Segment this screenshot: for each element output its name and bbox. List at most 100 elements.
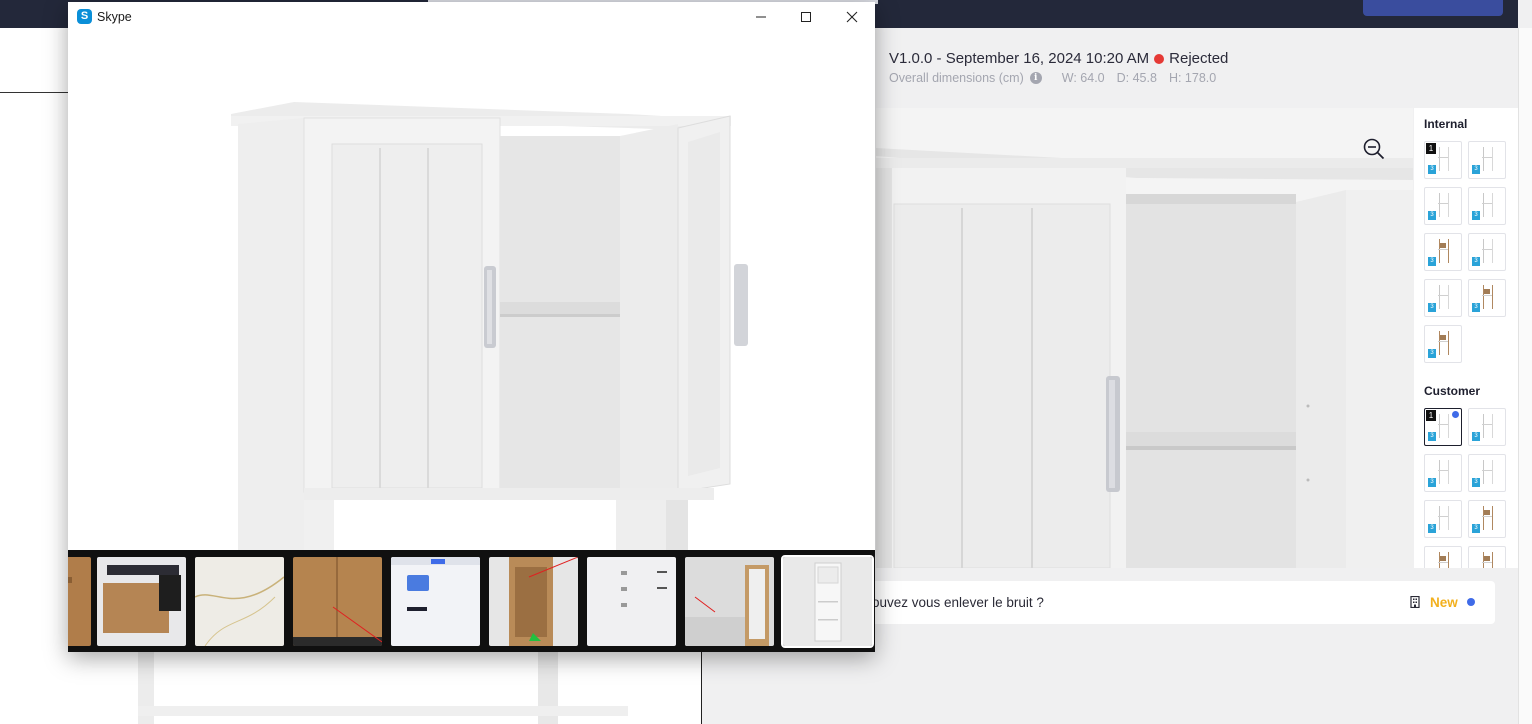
filmstrip-thumb-4[interactable] <box>293 557 382 646</box>
dimension-depth: D: 45.8 <box>1116 71 1157 85</box>
thumb-figure <box>1482 460 1493 484</box>
customer-thumb-5[interactable]: 3 <box>1424 500 1462 538</box>
internal-thumb-7[interactable]: 3 <box>1424 279 1462 317</box>
panel-divider <box>701 650 702 724</box>
thumb-badge: 3 <box>1428 478 1436 487</box>
thumb-figure <box>1438 331 1449 355</box>
internal-thumb-4[interactable]: 3 <box>1468 187 1506 225</box>
skype-image-preview[interactable] <box>68 32 875 550</box>
thumb-figure <box>1438 414 1449 438</box>
status-dot <box>1154 53 1165 64</box>
internal-thumb-8[interactable]: 3 <box>1468 279 1506 317</box>
thumb-badge: 3 <box>1428 211 1436 220</box>
thumb-figure <box>1438 460 1449 484</box>
thumb-figure <box>1438 239 1449 263</box>
filmstrip-thumb-2[interactable] <box>97 557 186 646</box>
dimensions-label: Overall dimensions (cm) <box>889 71 1024 85</box>
thumb-figure <box>1438 552 1449 568</box>
thumb-figure <box>1482 506 1493 530</box>
comment-card[interactable]: ouvez vous enlever le bruit ? New <box>862 581 1495 624</box>
thumb-badge: 3 <box>1472 211 1480 220</box>
cabinet-closeup-image <box>876 108 1413 568</box>
customer-thumb-4[interactable]: 3 <box>1468 454 1506 492</box>
info-icon[interactable]: i <box>1029 72 1042 84</box>
filmstrip-thumb-8[interactable] <box>685 557 774 646</box>
customer-thumb-3[interactable]: 3 <box>1424 454 1462 492</box>
internal-thumb-9[interactable]: 3 <box>1424 325 1462 363</box>
thumb-badge: 3 <box>1428 303 1436 312</box>
thumb-badge: 3 <box>1428 524 1436 533</box>
thumb-badge: 3 <box>1472 303 1480 312</box>
customer-thumb-1[interactable]: 1 3 <box>1424 408 1462 446</box>
thumb-figure <box>1482 552 1493 568</box>
thumb-badge: 3 <box>1472 432 1480 441</box>
zoom-out-icon[interactable] <box>1363 138 1385 160</box>
internal-section-title: Internal <box>1424 117 1468 131</box>
internal-thumb-3[interactable]: 3 <box>1424 187 1462 225</box>
thumb-badge: 3 <box>1472 257 1480 266</box>
close-icon <box>846 11 858 23</box>
minimize-button[interactable] <box>738 2 784 32</box>
dimension-width: W: 64.0 <box>1061 71 1105 85</box>
minimize-icon <box>756 16 766 18</box>
thumb-badge: 3 <box>1472 165 1480 174</box>
thumb-number: 1 <box>1426 410 1436 421</box>
thumb-new-dot <box>1452 411 1459 418</box>
dimension-height: H: 178.0 <box>1168 71 1217 85</box>
image-sidebar: Internal 1 3 3 3 3 3 3 3 3 3 Customer 1 <box>1414 108 1518 568</box>
thumb-badge: 3 <box>1472 524 1480 533</box>
thumb-figure <box>1482 147 1493 171</box>
maximize-button[interactable] <box>783 2 829 32</box>
filmstrip-thumb-7[interactable] <box>587 557 676 646</box>
thumb-badge: 3 <box>1428 165 1436 174</box>
skype-window-title: Skype <box>97 10 132 24</box>
customer-thumb-6[interactable]: 3 <box>1468 500 1506 538</box>
filmstrip-thumb-1[interactable] <box>68 557 91 646</box>
status-label: Rejected <box>1169 50 1229 67</box>
filmstrip-thumb-9-active[interactable] <box>781 555 874 648</box>
internal-thumb-6[interactable]: 3 <box>1468 233 1506 271</box>
thumb-number: 1 <box>1426 143 1436 154</box>
page-scrollbar[interactable] <box>1518 28 1532 724</box>
thumb-figure <box>1438 285 1449 309</box>
thumb-badge: 3 <box>1428 432 1436 441</box>
filmstrip-thumb-5[interactable] <box>391 557 480 646</box>
close-button[interactable] <box>829 2 875 32</box>
dimensions-line: Overall dimensions (cm) i W: 64.0 D: 45.… <box>889 71 1228 85</box>
skype-logo-icon: S <box>77 9 92 24</box>
thumb-figure <box>1438 506 1449 530</box>
version-header: V1.0.0 - September 16, 2024 10:20 AM Rej… <box>889 50 1228 67</box>
skype-titlebar[interactable]: S Skype <box>68 2 875 32</box>
thumb-badge: 3 <box>1428 257 1436 266</box>
media-filmstrip <box>68 550 875 652</box>
building-icon <box>1410 596 1420 608</box>
thumb-figure <box>1438 193 1449 217</box>
thumb-figure <box>1482 285 1493 309</box>
comment-text: ouvez vous enlever le bruit ? <box>872 595 1044 610</box>
customer-thumb-8[interactable] <box>1468 546 1506 568</box>
version-label: V1.0.0 - September 16, 2024 10:20 AM <box>889 50 1150 67</box>
thumb-figure <box>1438 147 1449 171</box>
background-cabinet-image <box>138 652 628 724</box>
thumb-figure <box>1482 414 1493 438</box>
maximize-icon <box>801 12 811 22</box>
customer-section-title: Customer <box>1424 384 1481 398</box>
filmstrip-thumb-6[interactable] <box>489 557 578 646</box>
main-image-viewer[interactable] <box>876 108 1413 568</box>
thumb-badge: 3 <box>1472 478 1480 487</box>
left-divider <box>0 92 70 93</box>
internal-thumb-2[interactable]: 3 <box>1468 141 1506 179</box>
thumb-badge: 3 <box>1428 349 1436 358</box>
customer-thumb-2[interactable]: 3 <box>1468 408 1506 446</box>
internal-thumb-5[interactable]: 3 <box>1424 233 1462 271</box>
cabinet-image <box>68 32 875 550</box>
topbar-action-button[interactable] <box>1363 0 1503 16</box>
internal-thumb-1[interactable]: 1 3 <box>1424 141 1462 179</box>
skype-window[interactable]: S Skype <box>68 2 875 652</box>
thumb-figure <box>1482 239 1493 263</box>
filmstrip-thumb-3[interactable] <box>195 557 284 646</box>
comment-status-label: New <box>1430 595 1458 610</box>
comment-status-dot <box>1467 598 1475 606</box>
customer-thumb-7[interactable] <box>1424 546 1462 568</box>
thumb-figure <box>1482 193 1493 217</box>
